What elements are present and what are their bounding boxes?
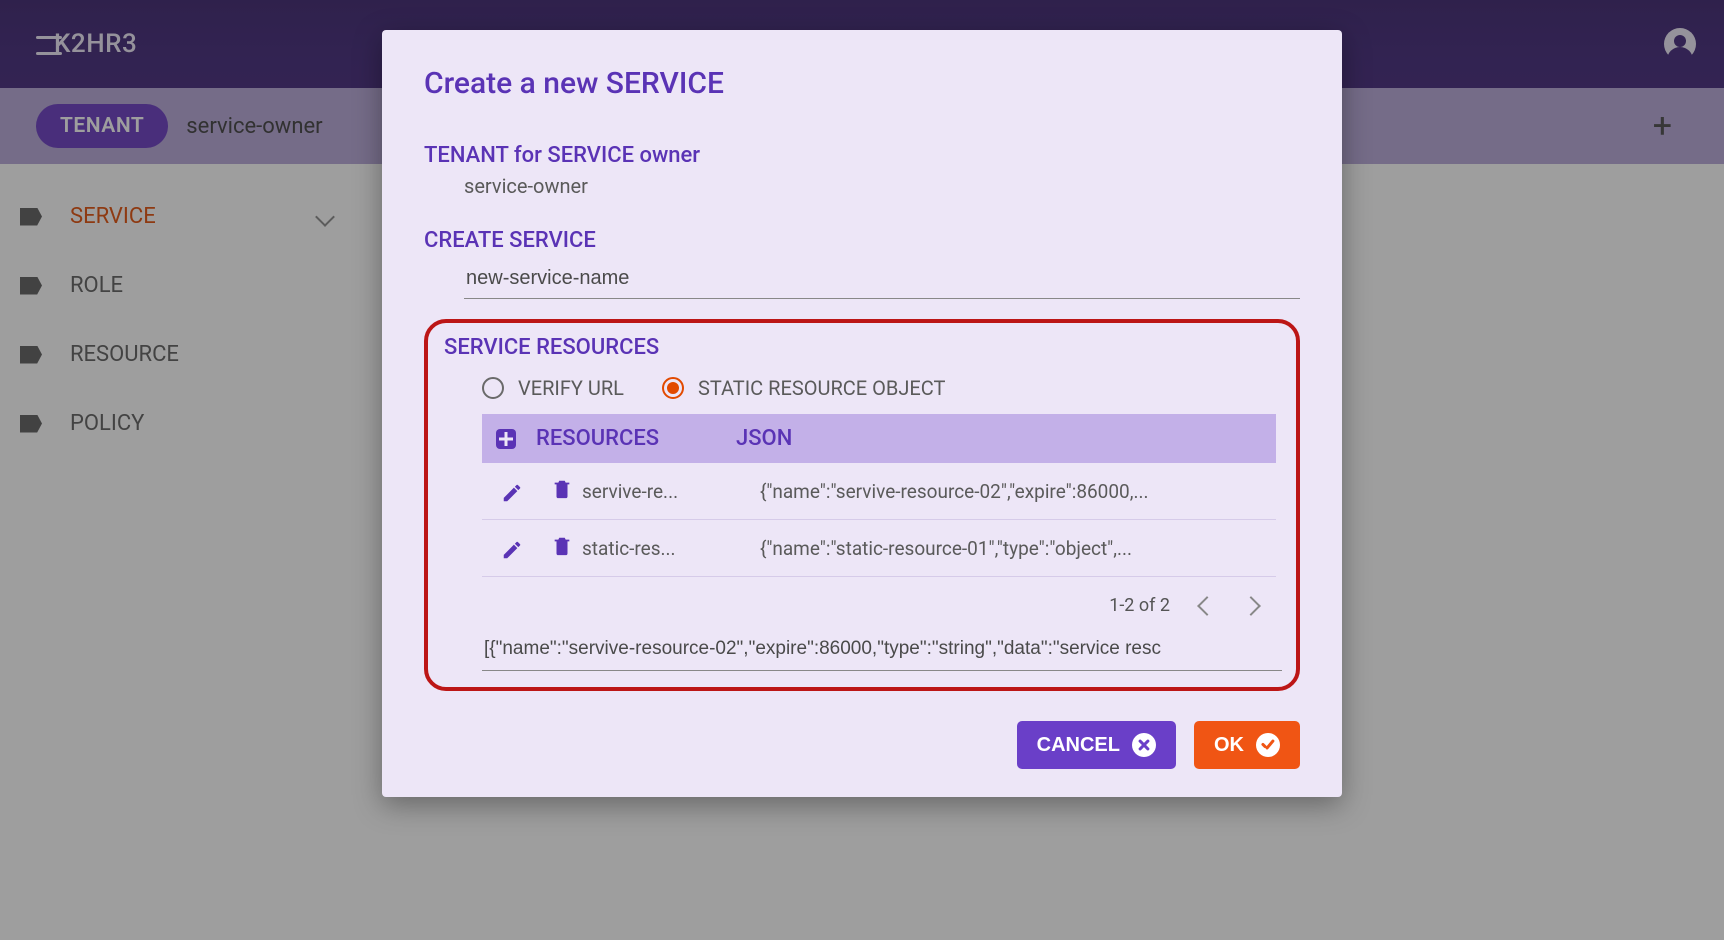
service-resources-heading: SERVICE RESOURCES [444,335,1282,360]
prev-page-button[interactable] [1197,596,1217,616]
pencil-icon [501,482,519,500]
radio-verify-url[interactable]: VERIFY URL [482,376,624,400]
cancel-button[interactable]: CANCEL [1017,721,1176,769]
column-json: JSON [736,426,792,451]
radio-label: VERIFY URL [518,376,624,400]
edit-button[interactable] [496,534,524,562]
radio-icon [482,377,504,399]
tenant-owner-value: service-owner [424,174,1300,198]
resource-json-cell: {"name":"servive-resource-02","expire":8… [760,480,1262,503]
edit-button[interactable] [496,477,524,505]
next-page-button[interactable] [1241,596,1261,616]
radio-icon [662,377,684,399]
trash-icon [551,535,573,561]
service-name-input[interactable] [464,259,1300,299]
resources-table: RESOURCES JSON servive-re... {"name":"se… [482,414,1276,624]
table-row: static-res... {"name":"static-resource-0… [482,520,1276,577]
trash-icon [551,478,573,504]
delete-button[interactable] [548,477,576,505]
modal-overlay: Create a new SERVICE TENANT for SERVICE … [0,0,1724,940]
pager: 1-2 of 2 [482,577,1276,624]
column-resources: RESOURCES [536,426,736,451]
resource-name-cell: servive-re... [582,480,732,503]
resources-table-head: RESOURCES JSON [482,414,1276,463]
resource-json-cell: {"name":"static-resource-01","type":"obj… [760,537,1262,560]
button-label: CANCEL [1037,734,1120,757]
radio-static-resource-object[interactable]: STATIC RESOURCE OBJECT [662,376,945,400]
button-label: OK [1214,734,1244,757]
add-resource-button[interactable] [496,429,516,449]
create-service-heading: CREATE SERVICE [424,228,1300,253]
radio-label: STATIC RESOURCE OBJECT [698,376,945,400]
service-resources-highlight: SERVICE RESOURCES VERIFY URL STATIC RESO… [424,319,1300,691]
pager-label: 1-2 of 2 [1109,595,1170,616]
tenant-owner-heading: TENANT for SERVICE owner [424,143,1300,168]
resource-type-radio-group: VERIFY URL STATIC RESOURCE OBJECT [442,366,1282,414]
close-icon [1132,733,1156,757]
delete-button[interactable] [548,534,576,562]
pencil-icon [501,539,519,557]
dialog-actions: CANCEL OK [424,721,1300,769]
dialog-title: Create a new SERVICE [424,66,1300,101]
resource-name-cell: static-res... [582,537,732,560]
ok-button[interactable]: OK [1194,721,1300,769]
resources-json-input[interactable] [482,628,1282,671]
create-service-dialog: Create a new SERVICE TENANT for SERVICE … [382,30,1342,797]
table-row: servive-re... {"name":"servive-resource-… [482,463,1276,520]
check-icon [1256,733,1280,757]
